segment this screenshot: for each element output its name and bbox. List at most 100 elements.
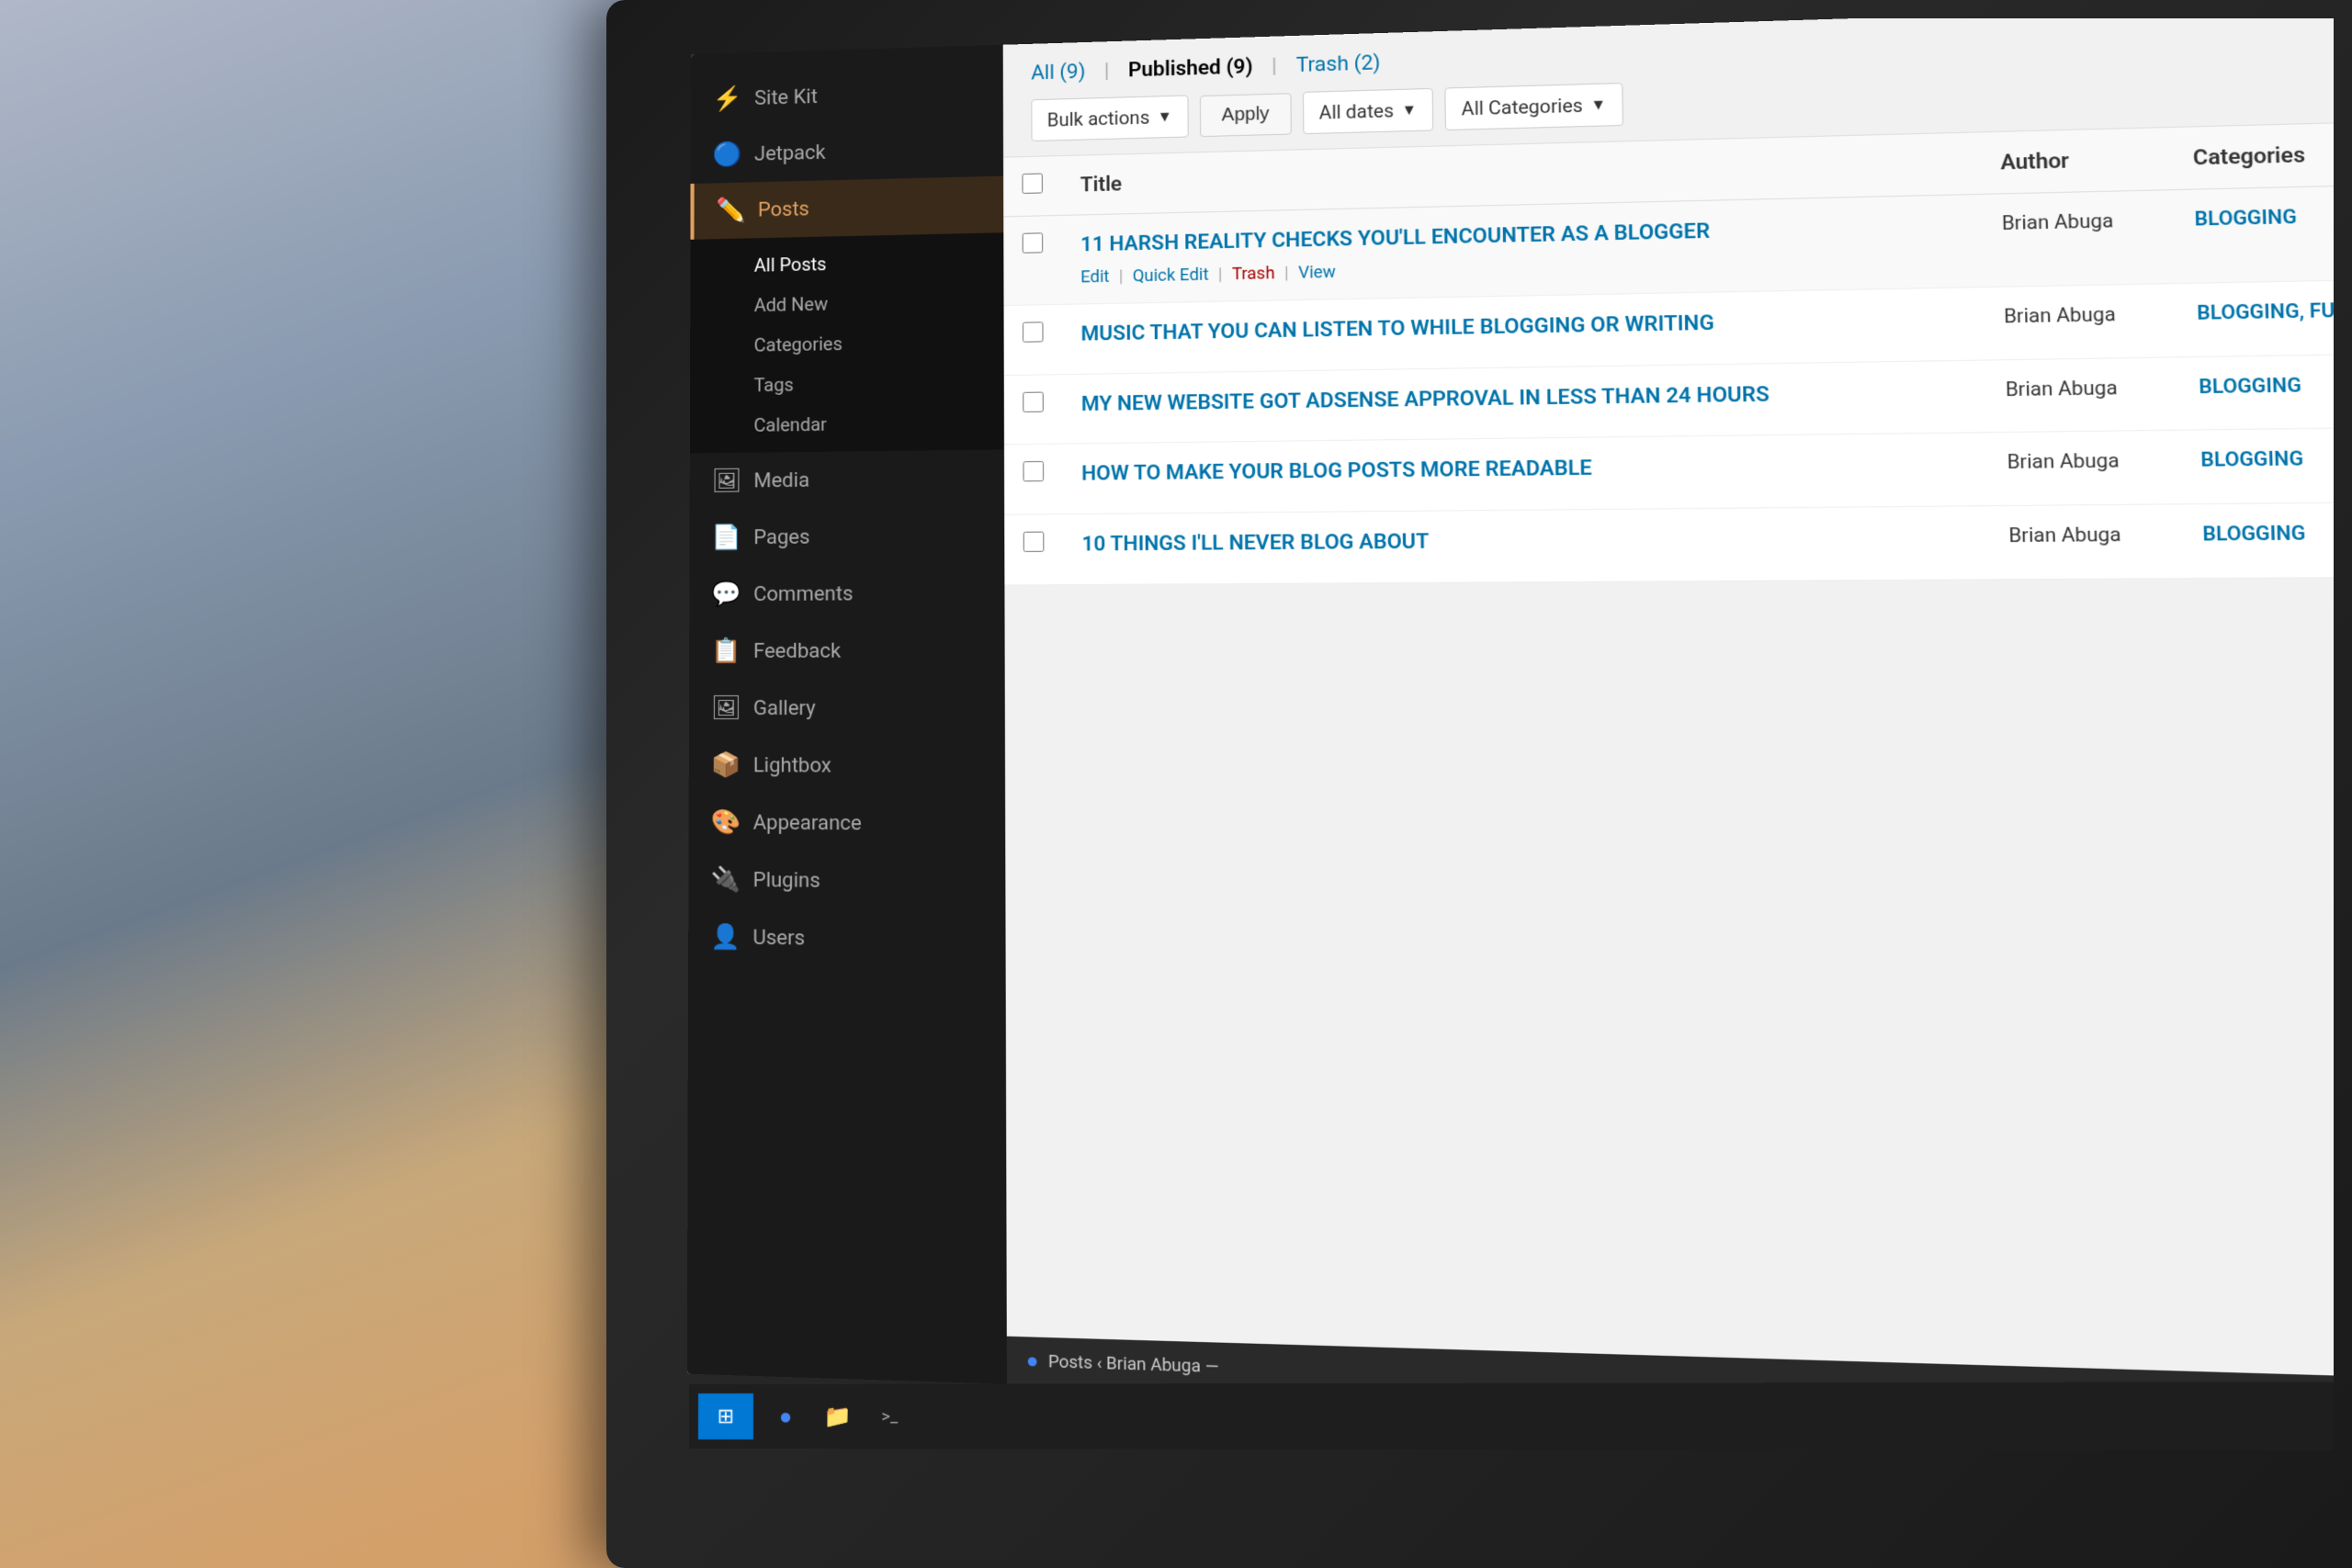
row1-trash[interactable]: Trash [1232,264,1275,284]
filter-published[interactable]: Published (9) [1128,55,1253,82]
sidebar-item-comments-label: Comments [753,582,853,606]
all-categories-label: All Categories [1462,94,1583,119]
terminal-icon: >_ [881,1406,898,1426]
sidebar-item-comments[interactable]: 💬 Comments [689,564,1004,623]
screen-content: ⚡ Site Kit 🔵 Jetpack ✏️ Posts [687,18,2334,1430]
pages-icon: 📄 [711,524,739,551]
row3-title[interactable]: MY NEW WEBSITE GOT ADSENSE APPROVAL IN L… [1081,378,1965,419]
sidebar-item-plugins-label: Plugins [753,868,820,892]
row1-checkbox[interactable] [1023,232,1044,253]
row5-title-cell: 10 THINGS I'LL NEVER BLOG ABOUT [1063,506,1989,585]
row5-checkbox[interactable] [1023,532,1045,552]
table-wrapper: Title Author Categories [1003,121,2334,1379]
sidebar-item-pages-label: Pages [753,525,809,548]
sidebar-item-appearance[interactable]: 🎨 Appearance [689,794,1006,853]
all-categories-dropdown[interactable]: All Categories ▼ [1444,83,1623,130]
row5-title[interactable]: 10 THINGS I'LL NEVER BLOG ABOUT [1081,525,1967,560]
sidebar-item-pages[interactable]: 📄 Pages [689,507,1004,567]
screen: ⚡ Site Kit 🔵 Jetpack ✏️ Posts [687,18,2334,1430]
table-body: 11 HARSH REALITY CHECKS YOU'LL ENCOUNTER… [1003,184,2334,584]
sidebar-item-jetpack[interactable]: 🔵 Jetpack [691,119,1003,184]
separator2: | [1272,55,1277,78]
users-icon: 👤 [710,923,738,952]
sidebar-item-media[interactable]: 🖼 Media [690,449,1005,510]
select-all-checkbox[interactable] [1022,174,1042,194]
sidebar-top: ⚡ Site Kit 🔵 Jetpack ✏️ Posts [688,45,1006,988]
row3-categories[interactable]: BLOGGING [2177,353,2334,430]
categories-label: Categories [754,333,842,355]
apply-button[interactable]: Apply [1200,93,1292,137]
sidebar-item-appearance-label: Appearance [753,811,862,835]
sidebar-item-sitekit-label: Site Kit [754,85,818,110]
bulk-actions-dropdown[interactable]: Bulk actions ▼ [1031,95,1188,141]
submenu-tags[interactable]: Tags [690,361,1004,406]
sep: | [1218,265,1223,284]
submenu-calendar[interactable]: Calendar [690,401,1004,446]
sidebar-item-posts-label: Posts [758,197,809,221]
row1-categories[interactable]: BLOGGING [2173,184,2334,283]
all-dates-dropdown[interactable]: All dates ▼ [1303,88,1433,134]
sidebar-item-lightbox-label: Lightbox [753,754,831,777]
filter-all[interactable]: All (9) [1031,61,1085,85]
header-author: Author [1979,128,2173,194]
start-button[interactable]: ⊞ [698,1393,753,1439]
posts-icon: ✏️ [716,197,743,224]
filter-trash[interactable]: Trash (2) [1296,51,1381,77]
sidebar-item-gallery[interactable]: 🖼 Gallery [689,680,1005,738]
sidebar-item-sitekit[interactable]: ⚡ Site Kit [691,63,1003,129]
browser-tab-title: Posts ‹ Brian Abuga — [1048,1351,1219,1377]
chrome-icon: ● [1026,1348,1039,1373]
row1-edit[interactable]: Edit [1080,267,1109,288]
row5-categories[interactable]: BLOGGING [2181,502,2334,579]
sidebar-item-plugins[interactable]: 🔌 Plugins [688,851,1005,911]
comments-icon: 💬 [711,581,739,608]
sidebar-item-posts[interactable]: ✏️ Posts [691,176,1004,240]
taskbar-terminal[interactable]: >_ [866,1393,913,1440]
appearance-icon: 🎨 [711,808,739,836]
dropdown-arrow-icon: ▼ [1158,107,1172,126]
start-icon: ⊞ [718,1404,734,1427]
sitekit-icon: ⚡ [713,85,741,113]
row4-author: Brian Abuga [1985,431,2180,506]
taskbar-files[interactable]: 📁 [814,1393,861,1439]
sidebar-item-users[interactable]: 👤 Users [688,908,1006,970]
bulk-actions-label: Bulk actions [1047,107,1150,131]
row4-title-cell: HOW TO MAKE YOUR BLOG POSTS MORE READABL… [1062,433,1987,514]
sidebar-item-lightbox[interactable]: 📦 Lightbox [689,737,1005,795]
tags-label: Tags [754,374,794,396]
row2-title[interactable]: MUSIC THAT YOU CAN LISTEN TO WHILE BLOGG… [1080,305,1962,349]
screen-area: ⚡ Site Kit 🔵 Jetpack ✏️ Posts [643,18,2334,1476]
row1-checkbox-cell [1003,215,1062,305]
sidebar-item-media-label: Media [753,468,809,492]
row5-author: Brian Abuga [1987,504,2183,580]
row2-checkbox[interactable] [1023,321,1044,342]
table-row: 10 THINGS I'LL NEVER BLOG ABOUT Brian Ab… [1004,502,2334,585]
sep: | [1119,266,1124,286]
row1-view[interactable]: View [1298,263,1336,283]
row3-checkbox[interactable] [1023,391,1044,412]
lightbox-icon: 📦 [711,751,739,779]
row4-checkbox[interactable] [1023,461,1044,481]
sidebar-item-users-label: Users [752,926,805,950]
submenu-all-posts[interactable]: All Posts [690,240,1003,287]
row2-categories[interactable]: BLOGGING, FUN [2176,278,2334,356]
row4-categories[interactable]: BLOGGING [2179,427,2334,504]
submenu-categories[interactable]: Categories [690,321,1004,367]
add-new-label: Add New [754,293,828,316]
calendar-label: Calendar [753,413,826,436]
row1-quick-edit[interactable]: Quick Edit [1133,265,1209,286]
posts-table: Title Author Categories [1003,121,2334,585]
feedback-icon: 📋 [711,637,739,665]
chrome-taskbar-icon: ● [779,1403,793,1429]
all-posts-label: All Posts [754,253,827,276]
jetpack-icon: 🔵 [712,141,740,169]
taskbar-chrome[interactable]: ● [763,1393,808,1439]
row2-author: Brian Abuga [1983,283,2177,359]
submenu-add-new[interactable]: Add New [690,280,1003,326]
sep: | [1284,264,1289,283]
sidebar-item-jetpack-label: Jetpack [754,141,826,166]
plugins-icon: 🔌 [710,866,738,894]
header-checkbox-col [1003,156,1061,217]
sidebar-item-feedback[interactable]: 📋 Feedback [689,622,1005,680]
row4-title[interactable]: HOW TO MAKE YOUR BLOG POSTS MORE READABL… [1081,451,1966,490]
